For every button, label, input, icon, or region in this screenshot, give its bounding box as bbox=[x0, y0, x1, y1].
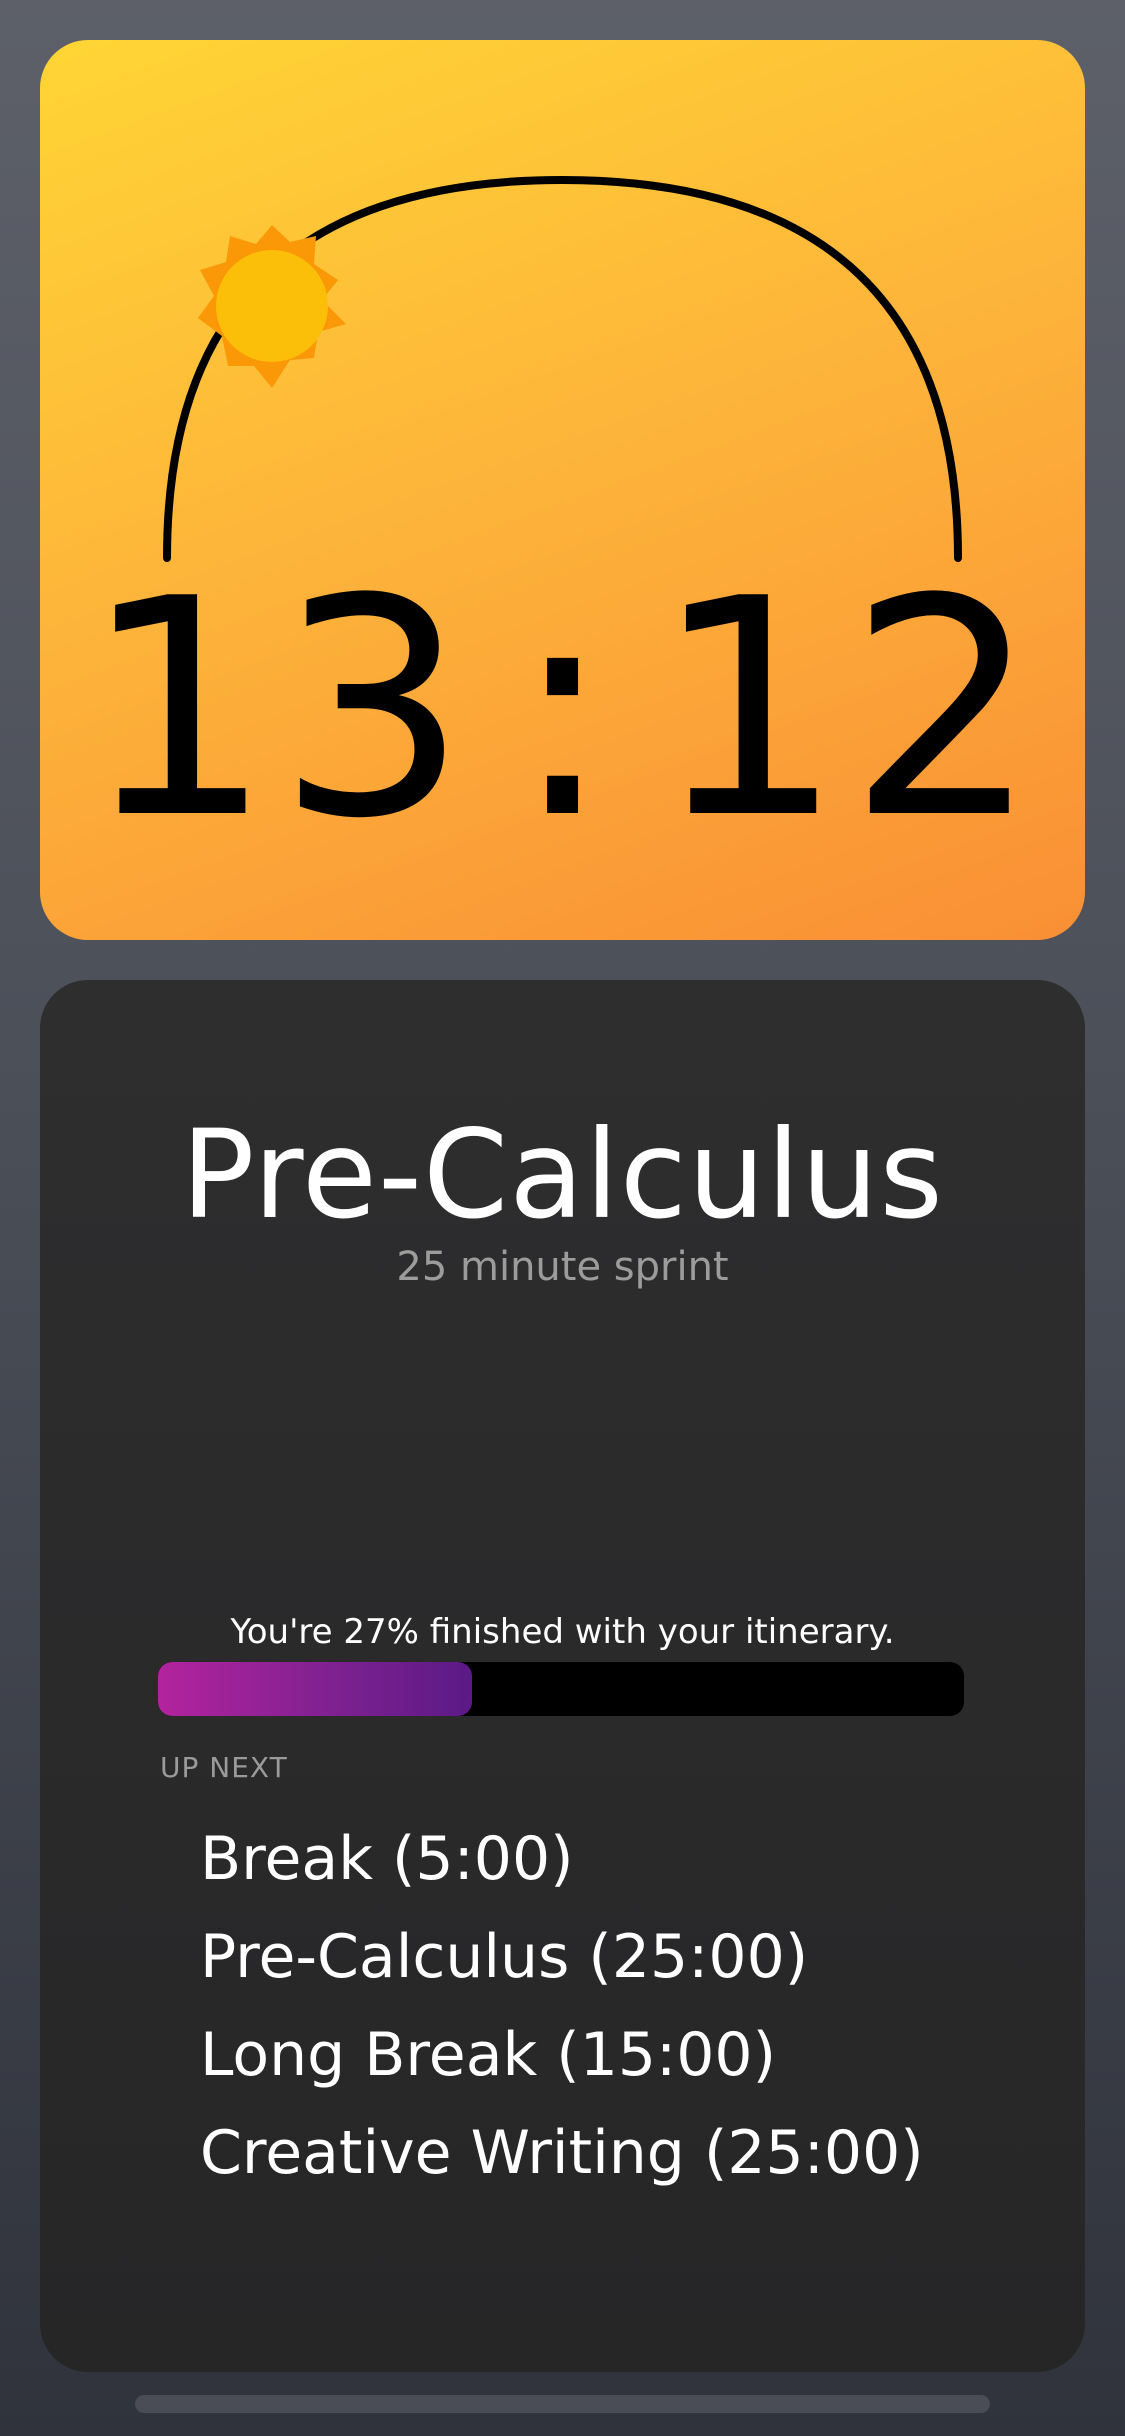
progress-bar bbox=[158, 1662, 964, 1716]
home-indicator[interactable] bbox=[135, 2395, 990, 2413]
up-next-label: UP NEXT bbox=[160, 1751, 288, 1784]
session-card: Pre-Calculus 25 minute sprint You're 27%… bbox=[40, 980, 1085, 2372]
clock-display: 13 : 12 bbox=[40, 560, 1085, 860]
session-subtitle: 25 minute sprint bbox=[396, 1244, 729, 1290]
up-next-item[interactable]: Long Break (15:00) bbox=[200, 2006, 924, 2104]
up-next-item[interactable]: Creative Writing (25:00) bbox=[200, 2104, 924, 2202]
session-title: Pre-Calculus bbox=[180, 1104, 944, 1246]
up-next-list: Break (5:00) Pre-Calculus (25:00) Long B… bbox=[200, 1810, 924, 2202]
day-arc bbox=[163, 175, 962, 562]
up-next-item[interactable]: Break (5:00) bbox=[200, 1810, 924, 1908]
clock-seconds: 12 bbox=[653, 535, 1043, 884]
timer-card: 13 : 12 bbox=[40, 40, 1085, 940]
clock-minutes: 13 bbox=[82, 535, 472, 884]
clock-separator: : bbox=[511, 535, 614, 884]
up-next-item[interactable]: Pre-Calculus (25:00) bbox=[200, 1908, 924, 2006]
progress-bar-fill bbox=[158, 1662, 473, 1716]
sun-icon bbox=[198, 225, 346, 388]
progress-text: You're 27% finished with your itinerary. bbox=[230, 1612, 895, 1652]
